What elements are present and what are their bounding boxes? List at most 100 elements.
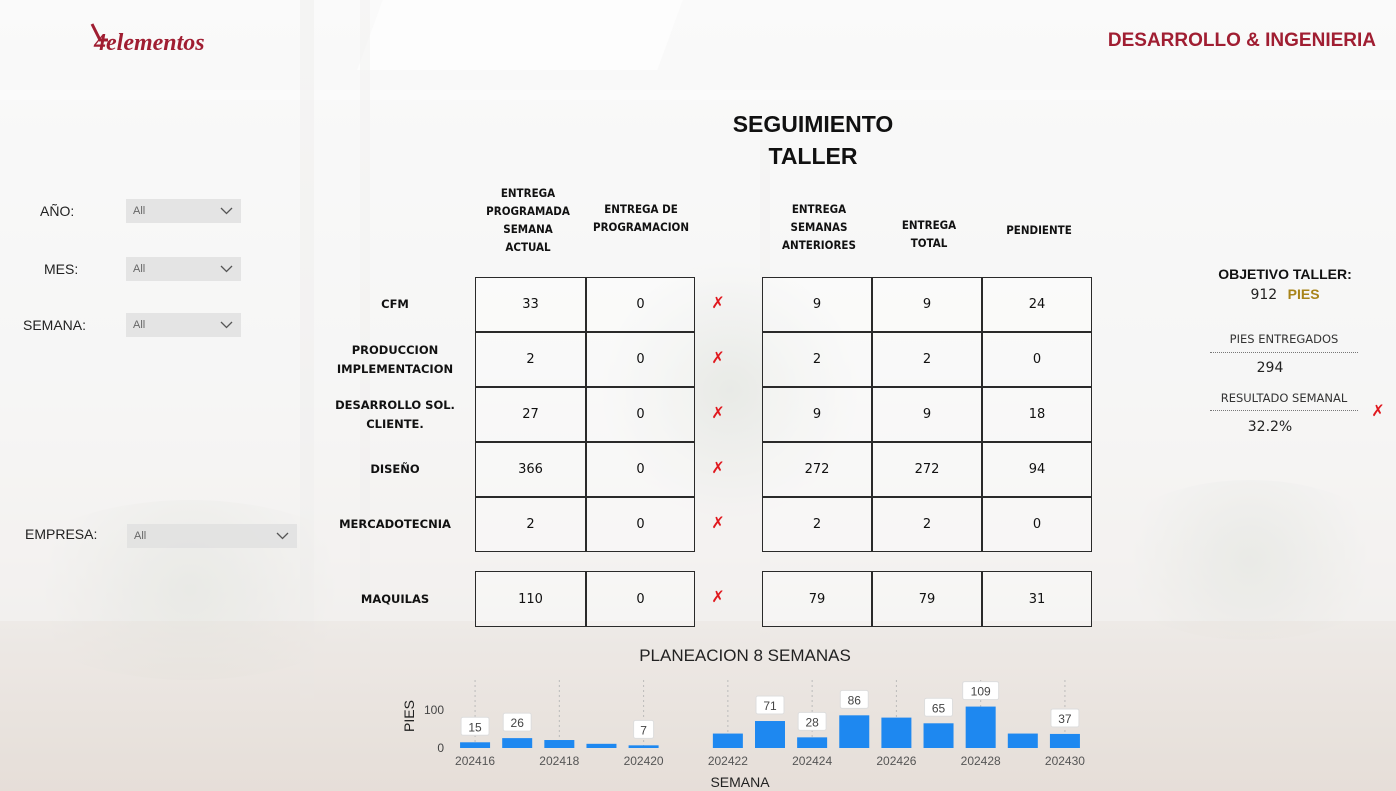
table-row-4-programacion-cell: 0 [586,442,695,497]
table-row-4-programada-cell: 366 [475,442,586,497]
table-row-3-label: DESARROLLO SOL. CLIENTE. [330,387,460,442]
bar[interactable] [586,743,617,748]
filter-week-dropdown[interactable]: All [126,313,241,337]
table-row-4-total-cell: 272 [872,442,982,497]
data-label: 109 [971,685,991,699]
table-row-3-pendiente-cell: 18 [982,387,1092,442]
status-x-icon: ✗ [711,513,725,532]
filter-month-label: MES: [44,261,79,277]
resultado-status-x-icon: ✗ [1371,401,1385,420]
filter-year-label: AÑO: [40,203,75,219]
resultado-semanal-value: 32.2% [1247,419,1293,435]
objetivo-unit: PIES [1287,286,1320,302]
table-row-1-pendiente-cell: 24 [982,277,1092,332]
row-label-line: DESARROLLO SOL. [335,397,455,412]
page-title-line2: TALLER [768,143,858,169]
data-label: 7 [640,723,647,737]
table-row-maquilas-anteriores-cell: 79 [762,571,872,627]
x-tick-label: 202430 [1045,754,1085,768]
table-row-1-label: CFM [330,277,460,332]
status-x-icon: ✗ [711,587,725,606]
y-tick-label: 100 [424,703,444,717]
col-header-anteriores: ENTREGA SEMANAS ANTERIORES [782,202,856,252]
data-label: 37 [1058,712,1072,726]
filter-year-value: All [133,205,146,217]
x-tick-label: 202420 [624,754,664,768]
objetivo-label: OBJETIVO TALLER: [1218,266,1352,282]
table-row-5-label: MERCADOTECNIA [330,497,460,552]
x-tick-label: 202424 [792,754,832,768]
filter-company-dropdown[interactable]: All [127,524,297,548]
data-label: 65 [932,701,946,715]
row-label-line: MAQUILAS [360,591,430,606]
x-tick-label: 202426 [876,754,916,768]
y-axis-label: PIES [401,700,417,732]
table-row-5-programada-cell: 2 [475,497,586,552]
filter-year-dropdown[interactable]: All [126,199,241,223]
x-tick-label: 202418 [539,754,579,768]
filter-month-dropdown[interactable]: All [126,257,241,281]
table-row-2-anteriores-cell: 2 [762,332,872,387]
filter-company-value: All [134,530,147,542]
data-label: 28 [805,715,819,729]
bar[interactable] [923,723,954,748]
resultado-semanal-label: RESULTADO SEMANAL [1220,391,1348,405]
row-label-line: IMPLEMENTACION [336,361,454,376]
filter-company-label: EMPRESA: [25,526,98,542]
table-row-4-pendiente-cell: 94 [982,442,1092,497]
table-row-5-programacion-cell: 0 [586,497,695,552]
filter-month-value: All [133,263,146,275]
table-row-5-anteriores-cell: 2 [762,497,872,552]
table-row-maquilas-programada-cell: 110 [475,571,586,627]
table-row-5-pendiente-cell: 0 [982,497,1092,552]
bar[interactable] [1049,733,1080,748]
col-header-programacion: ENTREGA DE PROGRAMACION [592,202,689,234]
page-title: SEGUIMIENTO TALLER [690,108,936,172]
bar[interactable] [460,742,491,748]
row-label-line: MERCADOTECNIA [339,517,451,531]
table-row-3-total-cell: 9 [872,387,982,442]
logo-text: 4elementos [93,30,205,56]
chevron-down-icon [220,207,233,215]
planeacion-bar-chart: 0 100 PIES 15 202416 26 202418 7 202420 202422 71 2… [401,680,1085,790]
bar[interactable] [797,737,828,748]
bar[interactable] [1007,733,1038,748]
row-label-line: CLIENTE. [366,416,424,431]
status-x-icon: ✗ [711,348,725,367]
bar[interactable] [628,745,659,748]
section-title: DESARROLLO & INGENIERIA [1107,30,1376,51]
bar[interactable] [712,733,743,748]
row-label-line: DISEÑO [370,462,420,476]
table-row-2-label: PRODUCCION IMPLEMENTACION [330,332,460,387]
bar[interactable] [839,715,870,748]
table-row-3-programada-cell: 27 [475,387,586,442]
table-row-4-label: DISEÑO [330,442,460,497]
table-row-1-anteriores-cell: 9 [762,277,872,332]
col-header-total: ENTREGA TOTAL [901,218,957,250]
table-row-2-total-cell: 2 [872,332,982,387]
objetivo-value-row: 912 PIES [1210,286,1360,303]
bar[interactable] [755,721,785,748]
table-row-1-total-cell: 9 [872,277,982,332]
data-label: 15 [468,720,482,734]
filter-week-label: SEMANA: [23,317,87,333]
table-row-2-programacion-cell: 0 [586,332,695,387]
x-axis-label: SEMANA [710,774,770,790]
objetivo-value: 912 [1250,287,1278,303]
chevron-down-icon [220,321,233,329]
bar[interactable] [965,706,996,748]
bar[interactable] [881,717,912,748]
bar[interactable] [502,738,533,748]
table-row-5-total-cell: 2 [872,497,982,552]
col-header-programada: ENTREGA PROGRAMADA SEMANA ACTUAL [486,186,570,254]
data-label: 26 [511,716,525,730]
brand-logo: 4elementos [88,18,233,58]
divider [1210,410,1358,411]
x-tick-label: 202428 [961,754,1001,768]
x-tick-label: 202416 [455,754,495,768]
bar[interactable] [544,740,575,748]
table-row-maquilas-total-cell: 79 [872,571,982,627]
table-row-maquilas-pendiente-cell: 31 [982,571,1092,627]
chevron-down-icon [220,265,233,273]
status-x-icon: ✗ [711,403,725,422]
